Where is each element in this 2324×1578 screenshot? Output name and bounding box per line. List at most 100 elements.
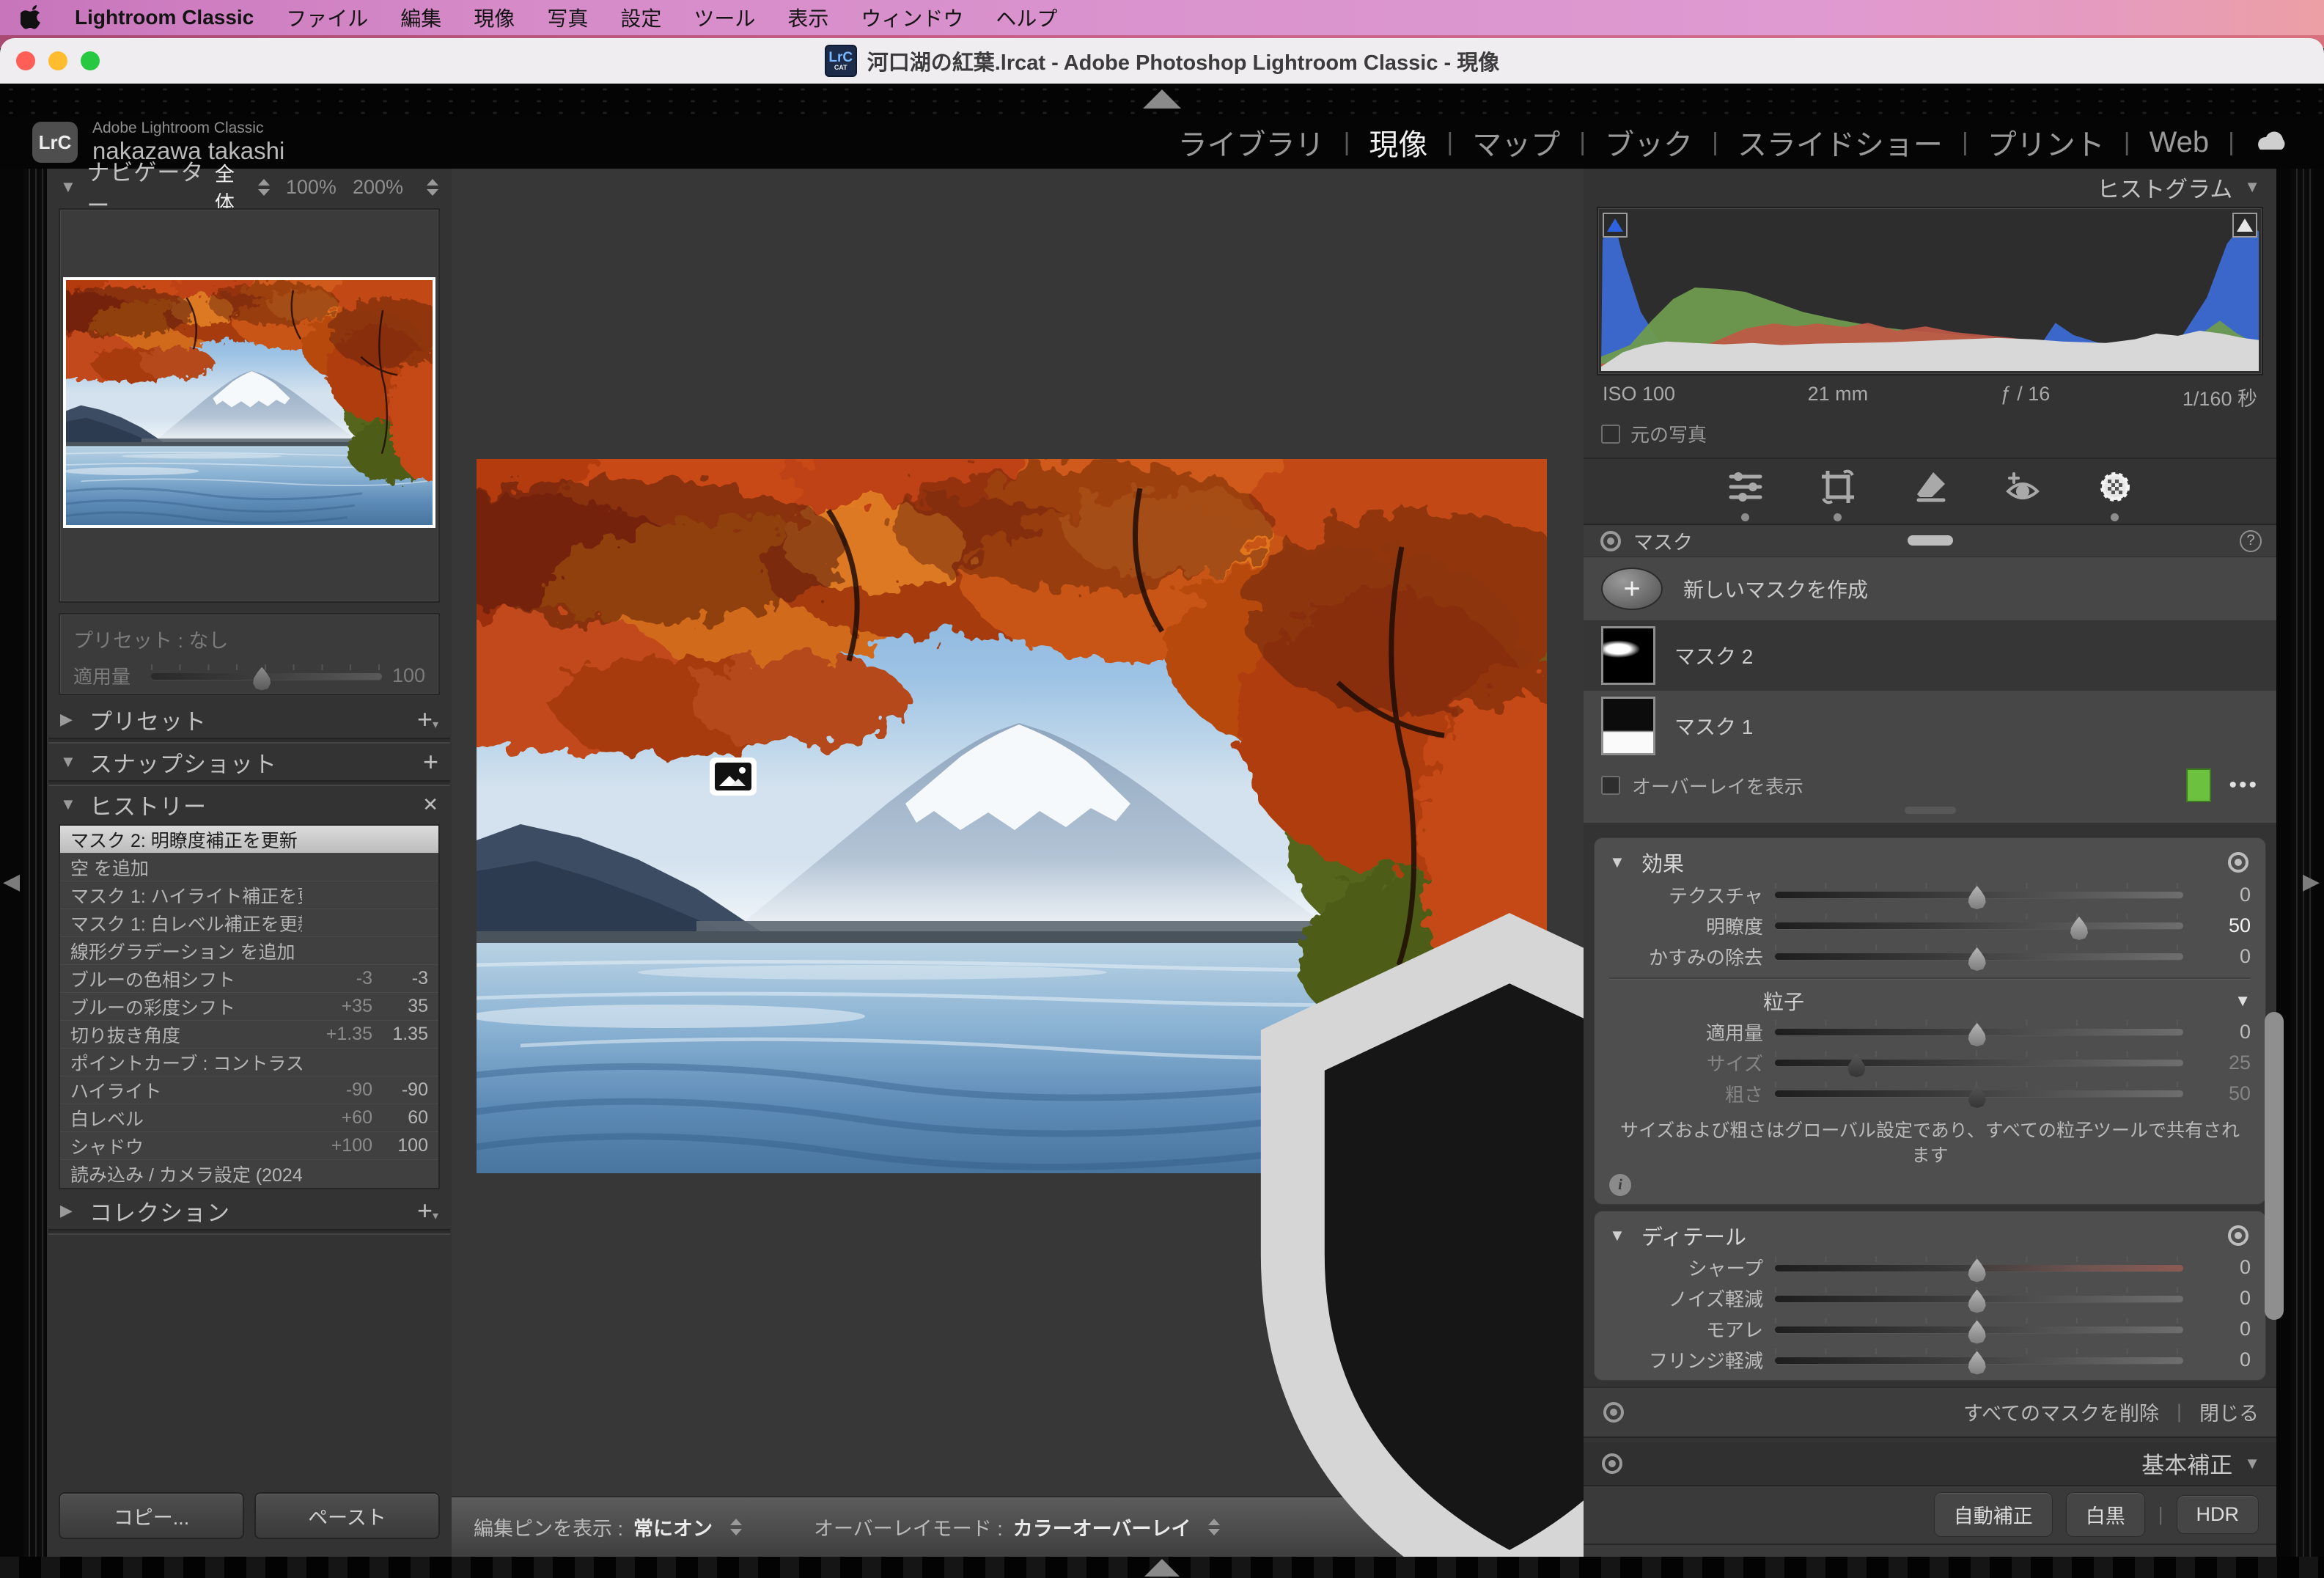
help-icon[interactable]: ?: [2240, 530, 2262, 552]
close-masks-button[interactable]: 閉じる: [2199, 1398, 2259, 1426]
main-photo[interactable]: [477, 459, 1547, 1173]
menu-develop[interactable]: 現像: [474, 3, 515, 32]
masking-tool-button[interactable]: [2096, 468, 2134, 521]
zoom-window-button[interactable]: [81, 51, 100, 70]
noise-reduction-slider[interactable]: [1775, 1285, 2183, 1312]
healing-tool-button[interactable]: [1911, 468, 1949, 521]
chevron-down-icon[interactable]: ▼: [1609, 1226, 1641, 1245]
menu-help[interactable]: ヘルプ: [996, 3, 1057, 32]
add-mask-icon[interactable]: +: [1601, 568, 1663, 610]
filmstrip-collapse-strip[interactable]: [0, 1557, 2324, 1578]
clarity-slider[interactable]: [1775, 912, 2183, 939]
history-item[interactable]: マスク 2: 明瞭度補正を更新: [60, 826, 438, 854]
auto-settings-button[interactable]: 自動補正: [1934, 1492, 2053, 1537]
add-snapshot-icon[interactable]: +: [423, 749, 438, 775]
black-white-button[interactable]: 白黒: [2066, 1492, 2145, 1537]
zoom-fit-stepper-icon[interactable]: [258, 179, 270, 196]
navigator-thumbnail[interactable]: [63, 277, 435, 528]
module-map[interactable]: マップ: [1453, 121, 1579, 164]
module-slideshow[interactable]: スライドショー: [1718, 121, 1962, 164]
collections-panel-header[interactable]: ▶ コレクション +▾: [47, 1192, 452, 1229]
dehaze-slider[interactable]: [1775, 943, 2183, 969]
menu-tools[interactable]: ツール: [694, 3, 755, 32]
chevron-down-icon[interactable]: ▼: [2244, 177, 2260, 197]
detail-eye-icon[interactable]: [2226, 1223, 2251, 1248]
grain-roughness-slider[interactable]: [1775, 1080, 2183, 1107]
menu-app-name[interactable]: Lightroom Classic: [75, 6, 254, 29]
right-panel-grip[interactable]: [2291, 169, 2313, 1557]
history-panel-header[interactable]: ▼ ヒストリー ✕: [47, 786, 452, 823]
histogram[interactable]: [1597, 207, 2263, 375]
module-print[interactable]: プリント: [1968, 121, 2124, 164]
delete-all-masks-button[interactable]: すべてのマスクを削除: [1963, 1398, 2159, 1426]
left-panel-grip[interactable]: [23, 169, 45, 1557]
history-item[interactable]: シャドウ+100100: [60, 1132, 438, 1160]
history-item[interactable]: マスク 1: 白レベル補正を更新: [60, 909, 438, 937]
history-item[interactable]: 線形グラデーション を追加: [60, 937, 438, 965]
navigator-preview[interactable]: [59, 208, 440, 603]
basic-panel-header[interactable]: 基本補正 ▼: [1584, 1442, 2276, 1486]
mask-panel-resize-handle[interactable]: [1905, 807, 1956, 814]
top-panel-expand-icon[interactable]: [1143, 89, 1181, 109]
chevron-right-icon[interactable]: ▶: [60, 1201, 89, 1220]
navigator-zoom-200[interactable]: 200%: [353, 176, 403, 199]
navigator-zoom-fit[interactable]: 全体: [215, 158, 235, 216]
chevron-down-icon[interactable]: ▼: [60, 177, 87, 197]
edit-tool-button[interactable]: [1727, 468, 1765, 521]
presets-panel-header[interactable]: ▶ プリセット +▾: [47, 701, 452, 738]
left-panel-collapse-icon[interactable]: ◀: [3, 869, 20, 895]
chevron-down-icon[interactable]: ▼: [2244, 1454, 2260, 1473]
sky-mask-pin[interactable]: [710, 757, 757, 796]
chevron-down-icon[interactable]: ▼: [1609, 853, 1641, 872]
module-book[interactable]: ブック: [1586, 121, 1712, 164]
menu-edit[interactable]: 編集: [400, 3, 441, 32]
chevron-right-icon[interactable]: ▶: [60, 710, 89, 729]
sharpen-slider[interactable]: [1775, 1255, 2183, 1281]
apple-menu-icon[interactable]: [21, 5, 43, 30]
effects-eye-icon[interactable]: [2226, 850, 2251, 875]
edit-pins-select-icon[interactable]: [730, 1519, 742, 1535]
menu-window[interactable]: ウィンドウ: [861, 3, 963, 32]
histogram-header[interactable]: ヒストグラム ▼: [1584, 169, 2276, 205]
history-item[interactable]: 切り抜き角度+1.351.35: [60, 1021, 438, 1049]
menu-settings[interactable]: 設定: [620, 3, 661, 32]
module-library[interactable]: ライブラリ: [1159, 121, 1344, 164]
top-panel-collapse-strip[interactable]: [0, 84, 2324, 116]
mask-visibility-eye-icon[interactable]: [1601, 1400, 1626, 1425]
chevron-down-icon[interactable]: ▼: [60, 795, 89, 814]
history-item[interactable]: 空 を追加: [60, 854, 438, 881]
shadow-clipping-indicator[interactable]: [1603, 213, 1628, 238]
create-mask-row[interactable]: + 新しいマスクを作成: [1584, 557, 2276, 620]
add-preset-icon[interactable]: +▾: [417, 706, 438, 733]
menu-view[interactable]: 表示: [787, 3, 828, 32]
history-item[interactable]: ハイライト-90-90: [60, 1076, 438, 1104]
mask-item[interactable]: マスク 2: [1584, 620, 2276, 691]
history-item[interactable]: 白レベル+6060: [60, 1104, 438, 1132]
history-item[interactable]: ブルーの色相シフト-3-3: [60, 965, 438, 993]
navigator-zoom-100[interactable]: 100%: [286, 176, 337, 199]
right-panel-collapse-icon[interactable]: ▶: [2303, 869, 2320, 895]
hdr-button[interactable]: HDR: [2177, 1495, 2259, 1534]
clear-history-icon[interactable]: ✕: [422, 793, 438, 816]
filmstrip-expand-icon[interactable]: [1144, 1559, 1180, 1577]
edit-pins-value[interactable]: 常にオン: [633, 1513, 713, 1541]
chevron-down-icon[interactable]: ▼: [2235, 991, 2251, 1010]
module-develop[interactable]: 現像: [1350, 121, 1446, 164]
mask-panel-eye-icon[interactable]: [1598, 529, 1623, 554]
grain-amount-slider[interactable]: [1775, 1019, 2183, 1045]
grain-size-slider[interactable]: [1775, 1049, 2183, 1076]
menu-file[interactable]: ファイル: [286, 3, 368, 32]
mask-item[interactable]: マスク 1: [1584, 691, 2276, 761]
overlay-options-icon[interactable]: •••: [2229, 773, 2259, 798]
history-item[interactable]: マスク 1: ハイライト補正を更新: [60, 881, 438, 909]
show-overlay-checkbox[interactable]: [1601, 776, 1620, 795]
texture-slider[interactable]: [1775, 881, 2183, 908]
menu-photo[interactable]: 写真: [547, 3, 588, 32]
mask-1-thumbnail[interactable]: [1601, 697, 1655, 755]
mask-panel-drag-handle[interactable]: [1908, 535, 1953, 546]
highlight-clipping-indicator[interactable]: [2232, 213, 2257, 238]
chevron-down-icon[interactable]: ▼: [60, 752, 89, 771]
navigator-header[interactable]: ▼ ナビゲーター 全体 100% 200%: [47, 169, 452, 205]
mask-2-thumbnail[interactable]: [1601, 626, 1655, 685]
right-panel-scrollbar[interactable]: [2265, 1012, 2284, 1320]
